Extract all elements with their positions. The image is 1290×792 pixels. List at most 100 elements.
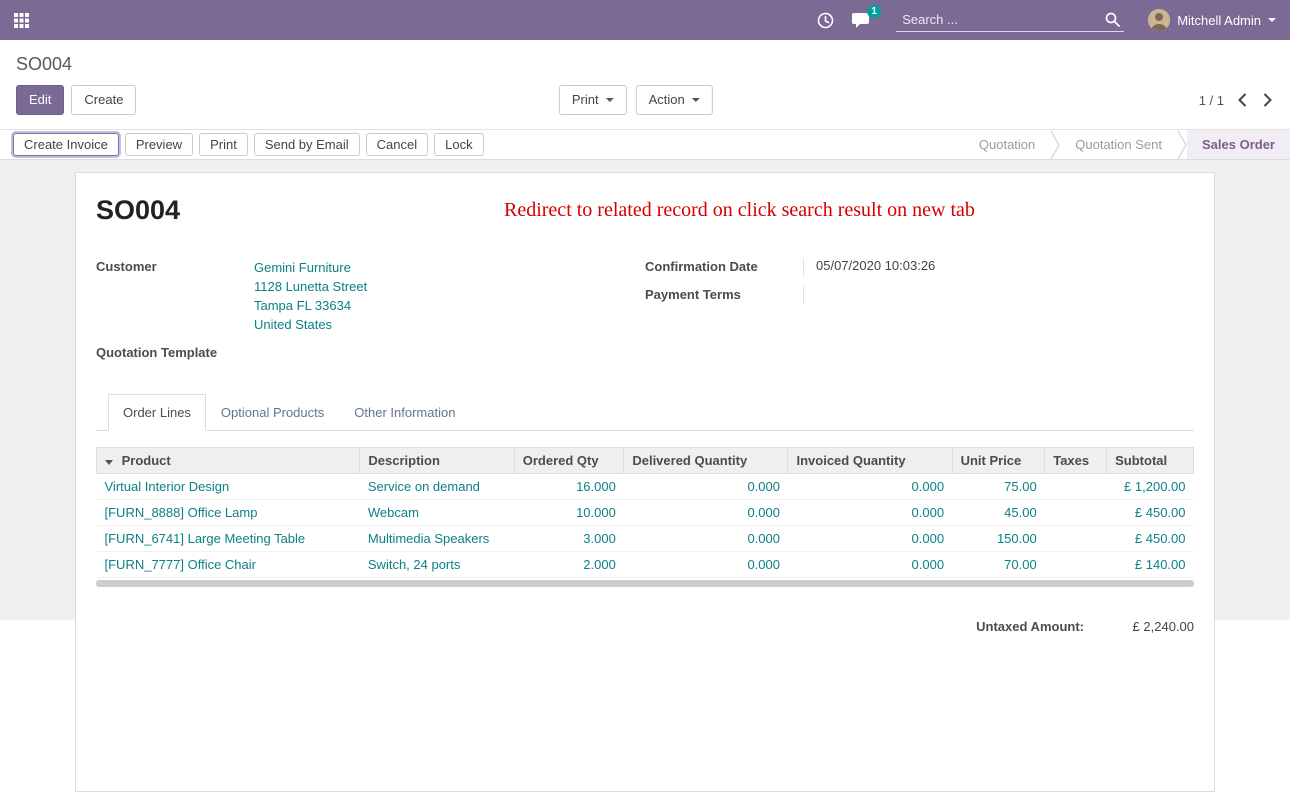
table-row: [FURN_7777] Office Chair Switch, 24 port… — [97, 552, 1194, 578]
apps-menu-icon[interactable] — [14, 13, 29, 28]
confirmation-date-field: Confirmation Date 05/07/2020 10:03:26 — [645, 258, 1194, 276]
pager-previous-icon[interactable] — [1236, 91, 1249, 109]
horizontal-scrollbar[interactable] — [96, 580, 1194, 587]
cell-subtotal[interactable]: £ 450.00 — [1107, 526, 1194, 552]
cell-delivered-qty[interactable]: 0.000 — [624, 552, 788, 578]
tab-optional-products[interactable]: Optional Products — [206, 394, 339, 431]
messages-badge: 1 — [867, 5, 881, 18]
totals-section: Untaxed Amount: £ 2,240.00 — [96, 619, 1194, 634]
tab-other-information[interactable]: Other Information — [339, 394, 470, 431]
print-button[interactable]: Print — [199, 133, 248, 156]
chevron-right-icon — [1050, 130, 1060, 159]
confirmation-date-value: 05/07/2020 10:03:26 — [803, 258, 1023, 276]
cell-invoiced-qty[interactable]: 0.000 — [788, 474, 952, 500]
create-invoice-button[interactable]: Create Invoice — [13, 133, 119, 156]
action-dropdown-button[interactable]: Action — [636, 85, 713, 115]
preview-button[interactable]: Preview — [125, 133, 193, 156]
notebook-tabs: Order Lines Optional Products Other Info… — [96, 394, 1194, 431]
cell-ordered-qty[interactable]: 2.000 — [514, 552, 624, 578]
cell-description[interactable]: Multimedia Speakers — [360, 526, 514, 552]
cell-unit-price[interactable]: 45.00 — [952, 500, 1045, 526]
search-icon[interactable] — [1105, 12, 1120, 27]
cell-ordered-qty[interactable]: 16.000 — [514, 474, 624, 500]
search-input[interactable] — [900, 11, 1105, 28]
cell-description[interactable]: Switch, 24 ports — [360, 552, 514, 578]
cell-description[interactable]: Webcam — [360, 500, 514, 526]
cell-delivered-qty[interactable]: 0.000 — [624, 526, 788, 552]
cell-product[interactable]: [FURN_8888] Office Lamp — [97, 500, 360, 526]
caret-down-icon — [606, 98, 614, 102]
pager-next-icon[interactable] — [1261, 91, 1274, 109]
activities-clock-icon[interactable] — [817, 12, 834, 29]
cell-taxes[interactable] — [1045, 474, 1107, 500]
quotation-template-label: Quotation Template — [96, 344, 254, 360]
user-menu[interactable]: Mitchell Admin — [1148, 9, 1276, 31]
cell-delivered-qty[interactable]: 0.000 — [624, 474, 788, 500]
cell-unit-price[interactable]: 75.00 — [952, 474, 1045, 500]
cell-invoiced-qty[interactable]: 0.000 — [788, 552, 952, 578]
messages-icon[interactable]: 1 — [852, 12, 872, 29]
breadcrumb: SO004 — [0, 40, 1290, 81]
print-dropdown-button[interactable]: Print — [559, 85, 627, 115]
cell-description[interactable]: Service on demand — [360, 474, 514, 500]
send-by-email-button[interactable]: Send by Email — [254, 133, 360, 156]
cell-ordered-qty[interactable]: 3.000 — [514, 526, 624, 552]
cell-unit-price[interactable]: 150.00 — [952, 526, 1045, 552]
untaxed-amount-label: Untaxed Amount: — [976, 619, 1084, 634]
cell-subtotal[interactable]: £ 1,200.00 — [1107, 474, 1194, 500]
cancel-button[interactable]: Cancel — [366, 133, 428, 156]
customer-field: Customer Gemini Furniture 1128 Lunetta S… — [96, 258, 645, 334]
customer-value-link[interactable]: Gemini Furniture 1128 Lunetta Street Tam… — [254, 258, 367, 334]
control-panel: Edit Create Print Action 1 / 1 — [0, 81, 1290, 129]
red-annotation-text: Redirect to related record on click sear… — [504, 199, 975, 222]
column-header-invoiced-qty[interactable]: Invoiced Quantity — [788, 448, 952, 474]
cell-invoiced-qty[interactable]: 0.000 — [788, 500, 952, 526]
cell-invoiced-qty[interactable]: 0.000 — [788, 526, 952, 552]
caret-down-icon — [1268, 18, 1276, 22]
table-header-row: Product Description Ordered Qty Delivere… — [97, 448, 1194, 474]
pager: 1 / 1 — [1199, 91, 1274, 109]
statusbar: Create Invoice Preview Print Send by Ema… — [0, 129, 1290, 160]
cell-ordered-qty[interactable]: 10.000 — [514, 500, 624, 526]
cell-product[interactable]: Virtual Interior Design — [97, 474, 360, 500]
column-header-subtotal[interactable]: Subtotal — [1107, 448, 1194, 474]
chevron-right-icon — [1177, 130, 1187, 159]
create-button[interactable]: Create — [71, 85, 136, 115]
payment-terms-label: Payment Terms — [645, 286, 803, 304]
column-header-description[interactable]: Description — [360, 448, 514, 474]
cell-delivered-qty[interactable]: 0.000 — [624, 500, 788, 526]
cell-product[interactable]: [FURN_6741] Large Meeting Table — [97, 526, 360, 552]
table-row: Virtual Interior Design Service on deman… — [97, 474, 1194, 500]
payment-terms-field: Payment Terms — [645, 286, 1194, 304]
cell-unit-price[interactable]: 70.00 — [952, 552, 1045, 578]
stage-quotation-sent[interactable]: Quotation Sent — [1060, 130, 1177, 159]
column-header-ordered-qty[interactable]: Ordered Qty — [514, 448, 624, 474]
edit-button[interactable]: Edit — [16, 85, 64, 115]
column-header-product[interactable]: Product — [97, 448, 360, 474]
payment-terms-value — [803, 286, 1023, 304]
cell-taxes[interactable] — [1045, 526, 1107, 552]
global-search — [896, 8, 1124, 32]
cell-subtotal[interactable]: £ 140.00 — [1107, 552, 1194, 578]
column-header-delivered-qty[interactable]: Delivered Quantity — [624, 448, 788, 474]
stage-sales-order[interactable]: Sales Order — [1187, 130, 1290, 159]
sort-desc-icon — [105, 460, 113, 465]
cell-taxes[interactable] — [1045, 500, 1107, 526]
page-title: SO004 — [16, 54, 72, 74]
status-pipeline: Quotation Quotation Sent Sales Order — [964, 130, 1290, 159]
table-row: [FURN_8888] Office Lamp Webcam 10.000 0.… — [97, 500, 1194, 526]
stage-quotation[interactable]: Quotation — [964, 130, 1050, 159]
column-header-taxes[interactable]: Taxes — [1045, 448, 1107, 474]
cell-product[interactable]: [FURN_7777] Office Chair — [97, 552, 360, 578]
lock-button[interactable]: Lock — [434, 133, 483, 156]
top-navbar: 1 Mitchell Admin — [0, 0, 1290, 40]
caret-down-icon — [692, 98, 700, 102]
table-row: [FURN_6741] Large Meeting Table Multimed… — [97, 526, 1194, 552]
order-lines-table: Product Description Ordered Qty Delivere… — [96, 447, 1194, 578]
cell-taxes[interactable] — [1045, 552, 1107, 578]
cell-subtotal[interactable]: £ 450.00 — [1107, 500, 1194, 526]
column-header-unit-price[interactable]: Unit Price — [952, 448, 1045, 474]
tab-order-lines[interactable]: Order Lines — [108, 394, 206, 431]
customer-label: Customer — [96, 258, 254, 334]
avatar — [1148, 9, 1170, 31]
